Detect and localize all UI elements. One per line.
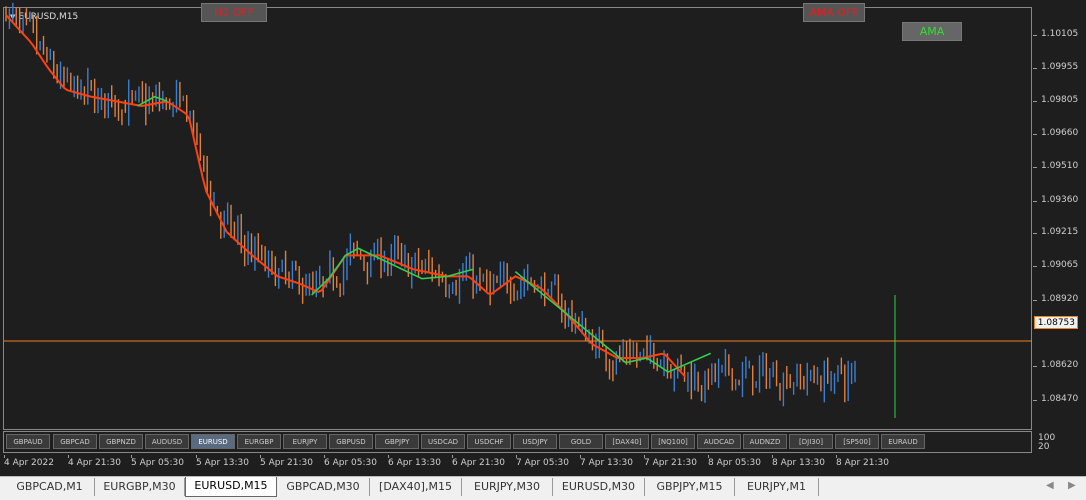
- chart-tab[interactable]: EURGBP,M30: [95, 478, 185, 496]
- price-label: 1.09805: [1041, 95, 1079, 105]
- chart-tab-bar: ◀ ▶ GBPCAD,M1 EURGBP,M30 EURUSD,M15 GBPCAD,…: [0, 476, 1086, 500]
- price-tick: [1033, 134, 1037, 135]
- chart-tab[interactable]: EURJPY,M30: [462, 478, 553, 496]
- scroll-right-icon[interactable]: ▶: [1068, 480, 1076, 491]
- symbol-button-gbpcad[interactable]: GBPCAD: [53, 434, 97, 449]
- price-tick: [1033, 266, 1037, 267]
- time-label: 5 Apr 05:30: [131, 458, 184, 468]
- h1-off-button[interactable]: H1 OFF: [201, 3, 267, 22]
- candles: [5, 2, 856, 407]
- chart-tab[interactable]: EURUSD,M30: [553, 478, 645, 496]
- time-label: 4 Apr 21:30: [68, 458, 121, 468]
- price-label: 1.08470: [1041, 394, 1079, 404]
- price-tick: [1033, 233, 1037, 234]
- price-tick: [1033, 400, 1037, 401]
- symbol-button-nq100[interactable]: [NQ100]: [651, 434, 695, 449]
- time-label: 6 Apr 05:30: [324, 458, 377, 468]
- moving-average-line: [5, 14, 686, 378]
- ama-off-button[interactable]: AMA OFF: [803, 3, 865, 22]
- chart-tab[interactable]: GBPJPY,M15: [645, 478, 735, 496]
- time-label: 8 Apr 13:30: [772, 458, 825, 468]
- price-tick: [1033, 300, 1037, 301]
- chart-tab[interactable]: GBPCAD,M30: [277, 478, 370, 496]
- price-label: 1.09660: [1041, 128, 1079, 138]
- candlestick-chart: [4, 2, 1032, 418]
- symbol-button-gbpnzd[interactable]: GBPNZD: [99, 434, 143, 449]
- symbol-button-sp500[interactable]: [SP500]: [835, 434, 879, 449]
- time-label: 7 Apr 21:30: [644, 458, 697, 468]
- symbol-button-eurgbp[interactable]: EURGBP: [237, 434, 281, 449]
- chart-tab[interactable]: EURUSD,M15: [185, 477, 277, 497]
- price-label: 1.10105: [1041, 29, 1079, 39]
- price-label: 1.09955: [1041, 62, 1079, 72]
- price-tick: [1033, 366, 1037, 367]
- last-price-label: 1.08753: [1034, 316, 1078, 329]
- time-label: 7 Apr 05:30: [516, 458, 569, 468]
- symbol-button-usdjpy[interactable]: USDJPY: [513, 434, 557, 449]
- symbol-button-dji30[interactable]: [DJI30]: [789, 434, 833, 449]
- price-label: 1.09360: [1041, 195, 1079, 205]
- symbol-button-gold[interactable]: GOLD: [559, 434, 603, 449]
- symbol-button-audusd[interactable]: AUDUSD: [145, 434, 189, 449]
- price-tick: [1033, 167, 1037, 168]
- symbol-button-eurjpy[interactable]: EURJPY: [283, 434, 327, 449]
- symbol-button-usdcad[interactable]: USDCAD: [421, 434, 465, 449]
- time-label: 8 Apr 21:30: [836, 458, 889, 468]
- price-tick: [1033, 35, 1037, 36]
- price-axis[interactable]: 1.10105 1.09955 1.09805 1.09660 1.09510 1.093…: [1033, 7, 1086, 430]
- chart-tab[interactable]: EURJPY,M1: [735, 478, 819, 496]
- price-label: 1.08920: [1041, 294, 1079, 304]
- ama-button[interactable]: AMA: [902, 22, 962, 41]
- price-label: 1.09510: [1041, 161, 1079, 171]
- price-label: 1.09215: [1041, 227, 1079, 237]
- time-label: 4 Apr 2022: [4, 458, 54, 468]
- symbol-button-gbpaud[interactable]: GBPAUD: [6, 434, 50, 449]
- chart-tab[interactable]: GBPCAD,M1: [5, 478, 95, 496]
- time-label: 8 Apr 05:30: [708, 458, 761, 468]
- scroll-left-icon[interactable]: ◀: [1046, 480, 1054, 491]
- symbol-button-euraud[interactable]: EURAUD: [881, 434, 925, 449]
- symbol-button-usdchf[interactable]: USDCHF: [467, 434, 511, 449]
- subpanel-axis-bottom: 20: [1038, 442, 1050, 452]
- symbol-button-audcad[interactable]: AUDCAD: [697, 434, 741, 449]
- symbol-button-dax40[interactable]: [DAX40]: [605, 434, 649, 449]
- time-label: 6 Apr 21:30: [452, 458, 505, 468]
- time-label: 6 Apr 13:30: [388, 458, 441, 468]
- time-label: 7 Apr 13:30: [580, 458, 633, 468]
- price-label: 1.08620: [1041, 360, 1079, 370]
- symbol-button-gbpusd[interactable]: GBPUSD: [329, 434, 373, 449]
- price-label: 1.09065: [1041, 260, 1079, 270]
- time-label: 5 Apr 21:30: [260, 458, 313, 468]
- symbol-panel: GBPAUD GBPCAD GBPNZD AUDUSD EURUSD EURGBP EURJ…: [3, 431, 1032, 453]
- price-tick: [1033, 68, 1037, 69]
- price-tick: [1033, 201, 1037, 202]
- price-tick: [1033, 101, 1037, 102]
- time-label: 5 Apr 13:30: [196, 458, 249, 468]
- symbol-button-audnzd[interactable]: AUDNZD: [743, 434, 787, 449]
- symbol-button-eurusd[interactable]: EURUSD: [191, 434, 235, 449]
- symbol-button-gbpjpy[interactable]: GBPJPY: [375, 434, 419, 449]
- time-axis[interactable]: 4 Apr 2022 4 Apr 21:30 5 Apr 05:30 5 Apr 13…: [0, 455, 1086, 473]
- chart-tab[interactable]: [DAX40],M15: [370, 478, 462, 496]
